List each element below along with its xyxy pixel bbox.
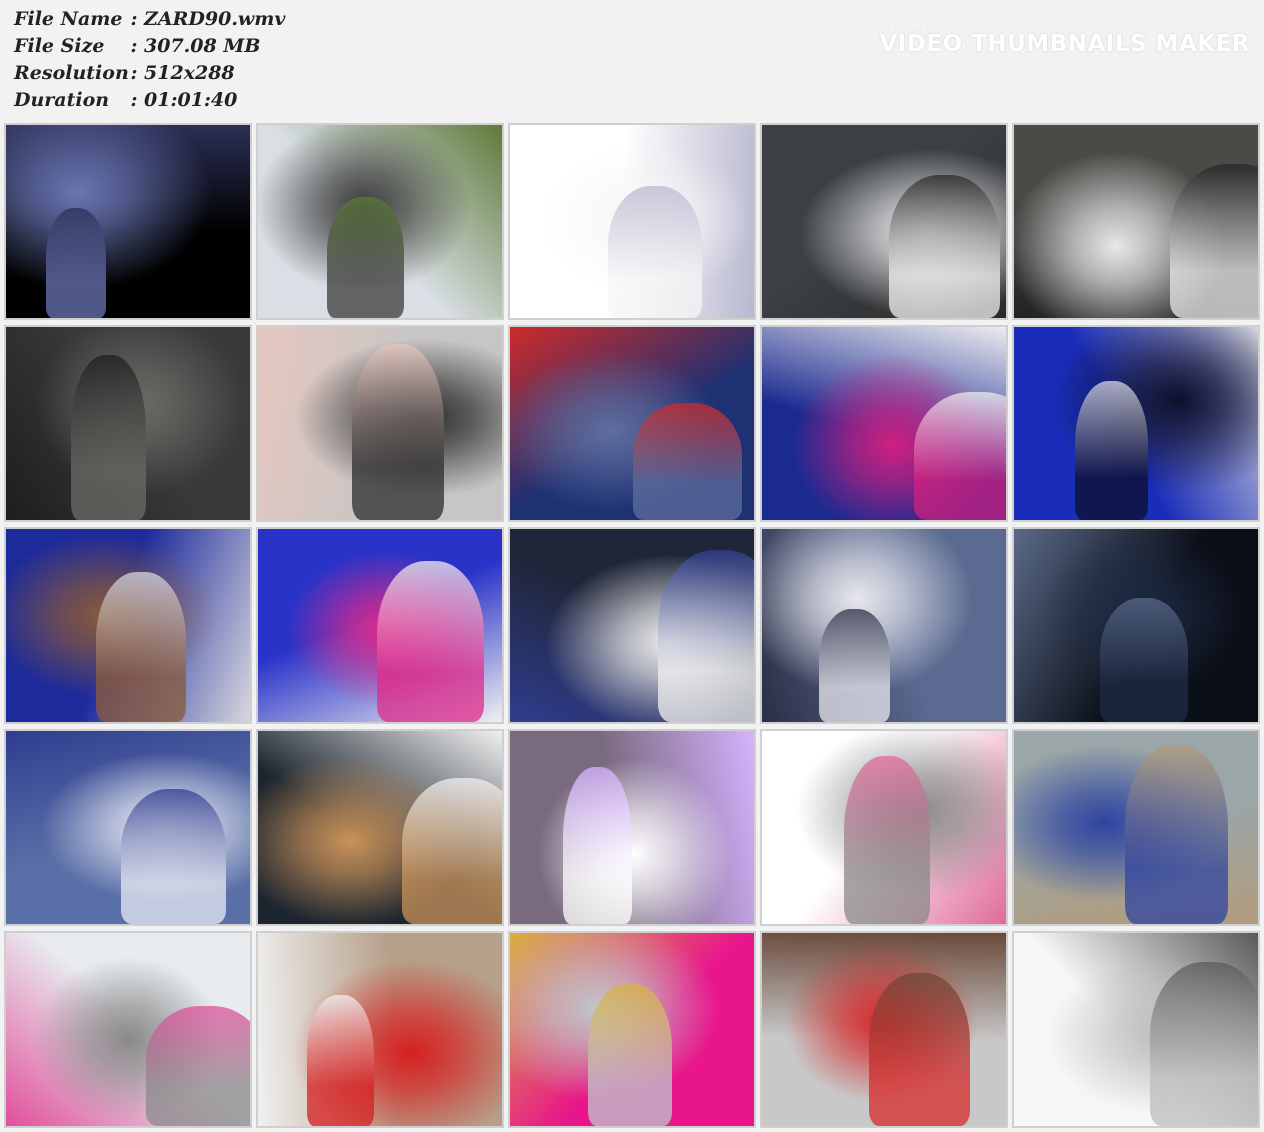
info-separator: : — [130, 8, 138, 30]
watermark-title: VIDEO THUMBNAILS MAKER — [879, 31, 1250, 57]
thumbnail-grid — [4, 123, 1260, 1128]
thumbnail-cat-monster-beach — [4, 931, 252, 1128]
thumbnail-chain-flash — [508, 729, 756, 926]
thumbnail-subject — [146, 1006, 250, 1126]
thumbnail-villainess-doorway — [256, 325, 504, 522]
thumbnail-beach-rangers — [1012, 729, 1260, 926]
thumbnail-subject — [1170, 164, 1258, 318]
thumbnail-control-panel — [4, 325, 252, 522]
thumbnail-subject — [1150, 962, 1258, 1126]
thumbnail-villainess-blue — [1012, 325, 1260, 522]
thumbnail-white-impact — [760, 729, 1008, 926]
info-label: File Size — [14, 35, 105, 57]
thumbnail-subject — [914, 392, 1006, 520]
thumbnail-subject — [588, 984, 672, 1126]
resolution-row: Resolution : 512x288 — [14, 62, 414, 89]
thumbnail-subject — [46, 208, 106, 318]
thumbnail-subject — [402, 778, 502, 924]
info-label: Duration — [14, 89, 110, 111]
thumbnail-subject — [563, 767, 632, 924]
info-separator: : — [130, 35, 138, 57]
thumbnail-image — [258, 933, 502, 1126]
thumbnail-subject — [889, 175, 1000, 318]
thumbnail-subject — [327, 197, 404, 318]
thumbnail-red-ranger-beach — [256, 931, 504, 1128]
thumbnail-subject — [71, 355, 146, 520]
thumbnail-pink-ranger-hair — [256, 527, 504, 724]
watermark: by Scorp VIDEO THUMBNAILS MAKER — [879, 18, 1250, 57]
duration-value: 01:01:40 — [144, 89, 238, 111]
thumbnail-subject — [844, 756, 930, 924]
thumbnail-subject — [1100, 598, 1188, 722]
thumbnail-subject — [307, 995, 374, 1126]
thumbnail-subject — [869, 973, 970, 1126]
thumbnail-subject — [819, 609, 890, 722]
thumbnail-black-suit-outdoor — [256, 123, 504, 320]
thumbnail-end-credits — [1012, 931, 1260, 1128]
thumbnail-subject — [96, 572, 186, 722]
thumbnail-blue-room-fight — [508, 325, 756, 522]
thumbnail-subject — [377, 561, 484, 722]
thumbnail-two-bound-rangers — [4, 729, 252, 926]
thumbnail-pink-ranger — [760, 325, 1008, 522]
thumbnail-white-suit-bound — [760, 123, 1008, 320]
thumbnail-subject — [121, 789, 226, 924]
file-name-row: File Name : ZARD90.wmv — [14, 8, 414, 35]
thumbnail-image — [6, 125, 250, 318]
thumbnail-subject — [608, 186, 702, 318]
thumbnail-subject — [352, 344, 444, 520]
thumbnail-subject — [1075, 381, 1148, 520]
file-info-panel: File Name : ZARD90.wmv File Size : 307.0… — [14, 8, 414, 116]
thumbnail-pink-closeup-emblem — [508, 931, 756, 1128]
thumbnail-image — [510, 731, 754, 924]
thumbnail-villainess-closeup — [4, 527, 252, 724]
thumbnail-fog-battle — [760, 527, 1008, 724]
file-name-value: ZARD90.wmv — [144, 8, 286, 30]
resolution-value: 512x288 — [144, 62, 235, 84]
thumbnail-subject — [658, 550, 754, 722]
thumbnail-white-suit-bound-2 — [1012, 123, 1260, 320]
file-size-row: File Size : 307.08 MB — [14, 35, 414, 62]
thumbnail-scientist-and-ranger — [508, 527, 756, 724]
thumbnail-subject — [1125, 745, 1228, 924]
watermark-by: by Scorp — [881, 18, 930, 31]
thumbnail-woman-red-uniform — [760, 931, 1008, 1128]
info-separator: : — [130, 62, 138, 84]
info-label: File Name — [14, 8, 123, 30]
duration-row: Duration : 01:01:40 — [14, 89, 414, 116]
thumbnail-dark-room — [1012, 527, 1260, 724]
info-separator: : — [130, 89, 138, 111]
thumbnail-woman-blue-light — [4, 123, 252, 320]
thumbnail-white-credits — [508, 123, 756, 320]
thumbnail-subject — [633, 403, 742, 520]
info-label: Resolution — [14, 62, 129, 84]
thumbnail-eyepatch-villain — [256, 729, 504, 926]
file-size-value: 307.08 MB — [144, 35, 261, 57]
